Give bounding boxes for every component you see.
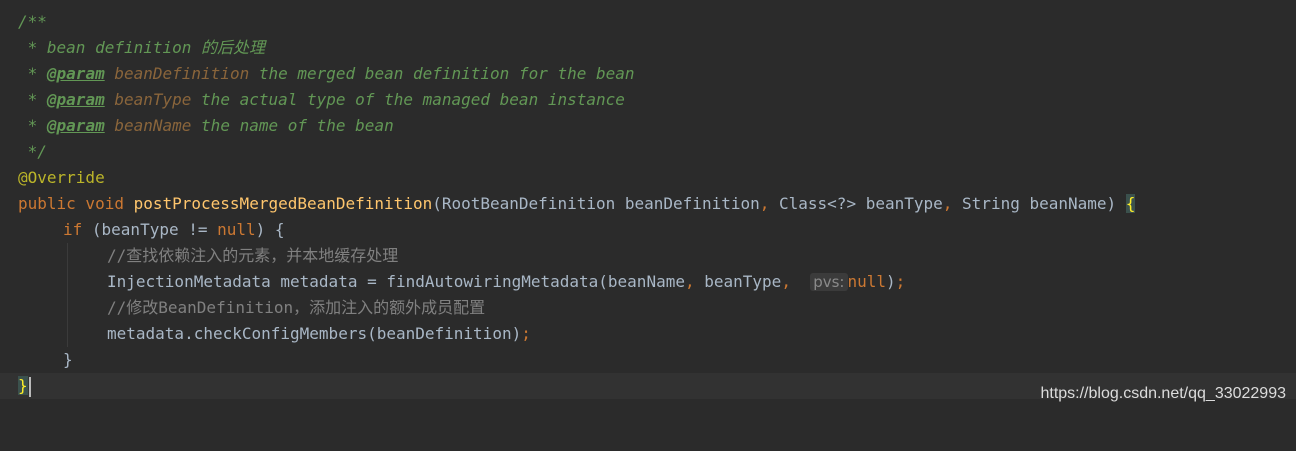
matched-brace-open: { xyxy=(1125,194,1136,213)
code-line-6: */ xyxy=(0,139,1296,165)
code-line-2: * bean definition 的后处理 xyxy=(0,35,1296,61)
code-line-1: /** xyxy=(0,9,1296,35)
javadoc-param-name: beanName xyxy=(114,116,192,135)
indent-guide xyxy=(67,321,68,347)
code-line-5: * @param beanName the name of the bean xyxy=(0,113,1296,139)
if-statement: if (beanType != null) { xyxy=(63,220,285,239)
code-editor[interactable]: /** * bean definition 的后处理 * @param bean… xyxy=(0,0,1296,413)
method-signature: public void postProcessMergedBeanDefinit… xyxy=(18,194,1136,213)
parameter-hint: pvs: xyxy=(810,273,848,291)
indent-guide xyxy=(67,269,68,295)
code-line-14: } xyxy=(0,347,1296,373)
metadata-statement: InjectionMetadata metadata = findAutowir… xyxy=(107,272,906,291)
javadoc-param-text: the merged bean definition for the bean xyxy=(258,64,635,83)
javadoc-param-tag: @param xyxy=(46,90,105,109)
line-comment: //修改BeanDefinition，添加注入的额外成员配置 xyxy=(107,298,486,317)
override-annotation: @Override xyxy=(18,168,105,187)
javadoc-param-line: * @param beanName the name of the bean xyxy=(18,116,394,135)
method-name: postProcessMergedBeanDefinition xyxy=(133,194,433,213)
code-line-12: //修改BeanDefinition，添加注入的额外成员配置 xyxy=(0,295,1296,321)
if-close-brace: } xyxy=(63,350,73,369)
code-line-9: if (beanType != null) { xyxy=(0,217,1296,243)
javadoc-param-text: the actual type of the managed bean inst… xyxy=(201,90,625,109)
javadoc-open: /** xyxy=(18,12,47,31)
line-comment: //查找依赖注入的元素，并本地缓存处理 xyxy=(107,246,399,265)
indent-guide xyxy=(67,295,68,321)
javadoc-param-tag: @param xyxy=(46,64,105,83)
code-line-3: * @param beanDefinition the merged bean … xyxy=(0,61,1296,87)
javadoc-description: * bean definition 的后处理 xyxy=(18,38,266,57)
code-line-4: * @param beanType the actual type of the… xyxy=(0,87,1296,113)
code-line-8: public void postProcessMergedBeanDefinit… xyxy=(0,191,1296,217)
code-line-11: InjectionMetadata metadata = findAutowir… xyxy=(0,269,1296,295)
watermark-url: https://blog.csdn.net/qq_33022993 xyxy=(1040,385,1286,402)
javadoc-param-name: beanDefinition xyxy=(114,64,250,83)
text-caret xyxy=(28,376,31,397)
javadoc-close: */ xyxy=(18,142,47,161)
code-line-10: //查找依赖注入的元素，并本地缓存处理 xyxy=(0,243,1296,269)
matched-brace-close: } xyxy=(18,376,28,395)
javadoc-param-name: beanType xyxy=(114,90,192,109)
javadoc-param-tag: @param xyxy=(46,116,105,135)
indent-guide xyxy=(67,243,68,269)
code-line-7: @Override xyxy=(0,165,1296,191)
javadoc-param-line: * @param beanType the actual type of the… xyxy=(18,90,625,109)
method-close-brace[interactable]: } xyxy=(18,373,31,399)
check-config-statement: metadata.checkConfigMembers(beanDefiniti… xyxy=(107,324,531,343)
code-line-13: metadata.checkConfigMembers(beanDefiniti… xyxy=(0,321,1296,347)
javadoc-param-line: * @param beanDefinition the merged bean … xyxy=(18,64,635,83)
javadoc-param-text: the name of the bean xyxy=(201,116,394,135)
